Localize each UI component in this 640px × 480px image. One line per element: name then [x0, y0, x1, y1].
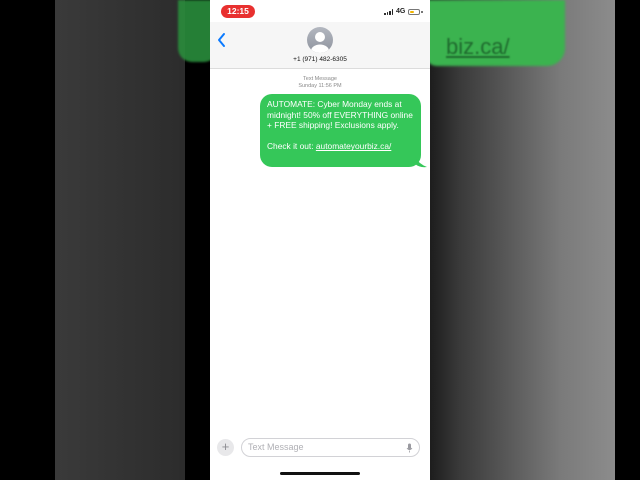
bubble-tail [415, 157, 427, 168]
background-right-panel [430, 0, 640, 480]
conversation-header: +1 (971) 482-6305 [210, 22, 430, 69]
message-text: AUTOMATE: Cyber Monday ends at midnight!… [267, 99, 413, 131]
message-bubble[interactable]: AUTOMATE: Cyber Monday ends at midnight!… [260, 94, 421, 167]
battery-tip [421, 11, 423, 13]
plus-icon[interactable]: + [217, 439, 234, 456]
status-bar: 12:15 4G [210, 0, 430, 22]
person-silhouette-icon [311, 32, 329, 53]
message-link-line: Check it out: automateyourbiz.ca/ [267, 141, 414, 152]
service-label: Text Message [303, 76, 337, 82]
home-indicator[interactable] [280, 472, 360, 475]
microphone-icon[interactable] [406, 443, 413, 453]
message-link[interactable]: automateyourbiz.ca/ [316, 141, 391, 151]
signal-icon [384, 9, 394, 15]
status-time[interactable]: 12:15 [221, 5, 255, 18]
network-type: 4G [396, 8, 406, 15]
avatar[interactable] [307, 27, 333, 53]
message-timestamp: Sunday 11:56 PM [298, 83, 342, 89]
chevron-left-icon[interactable] [216, 32, 228, 48]
messages-screen: 12:15 4G +1 (971) 482-6305 Text Message … [210, 0, 430, 480]
message-link-prefix: Check it out: [267, 141, 316, 152]
message-input-placeholder: Text Message [248, 442, 304, 452]
contact-number[interactable]: +1 (971) 482-6305 [210, 56, 430, 63]
battery-icon [408, 9, 420, 15]
background-left-panel [0, 0, 185, 480]
message-input[interactable]: Text Message [241, 438, 420, 457]
background-link-fragment: biz.ca/ [446, 34, 510, 59]
